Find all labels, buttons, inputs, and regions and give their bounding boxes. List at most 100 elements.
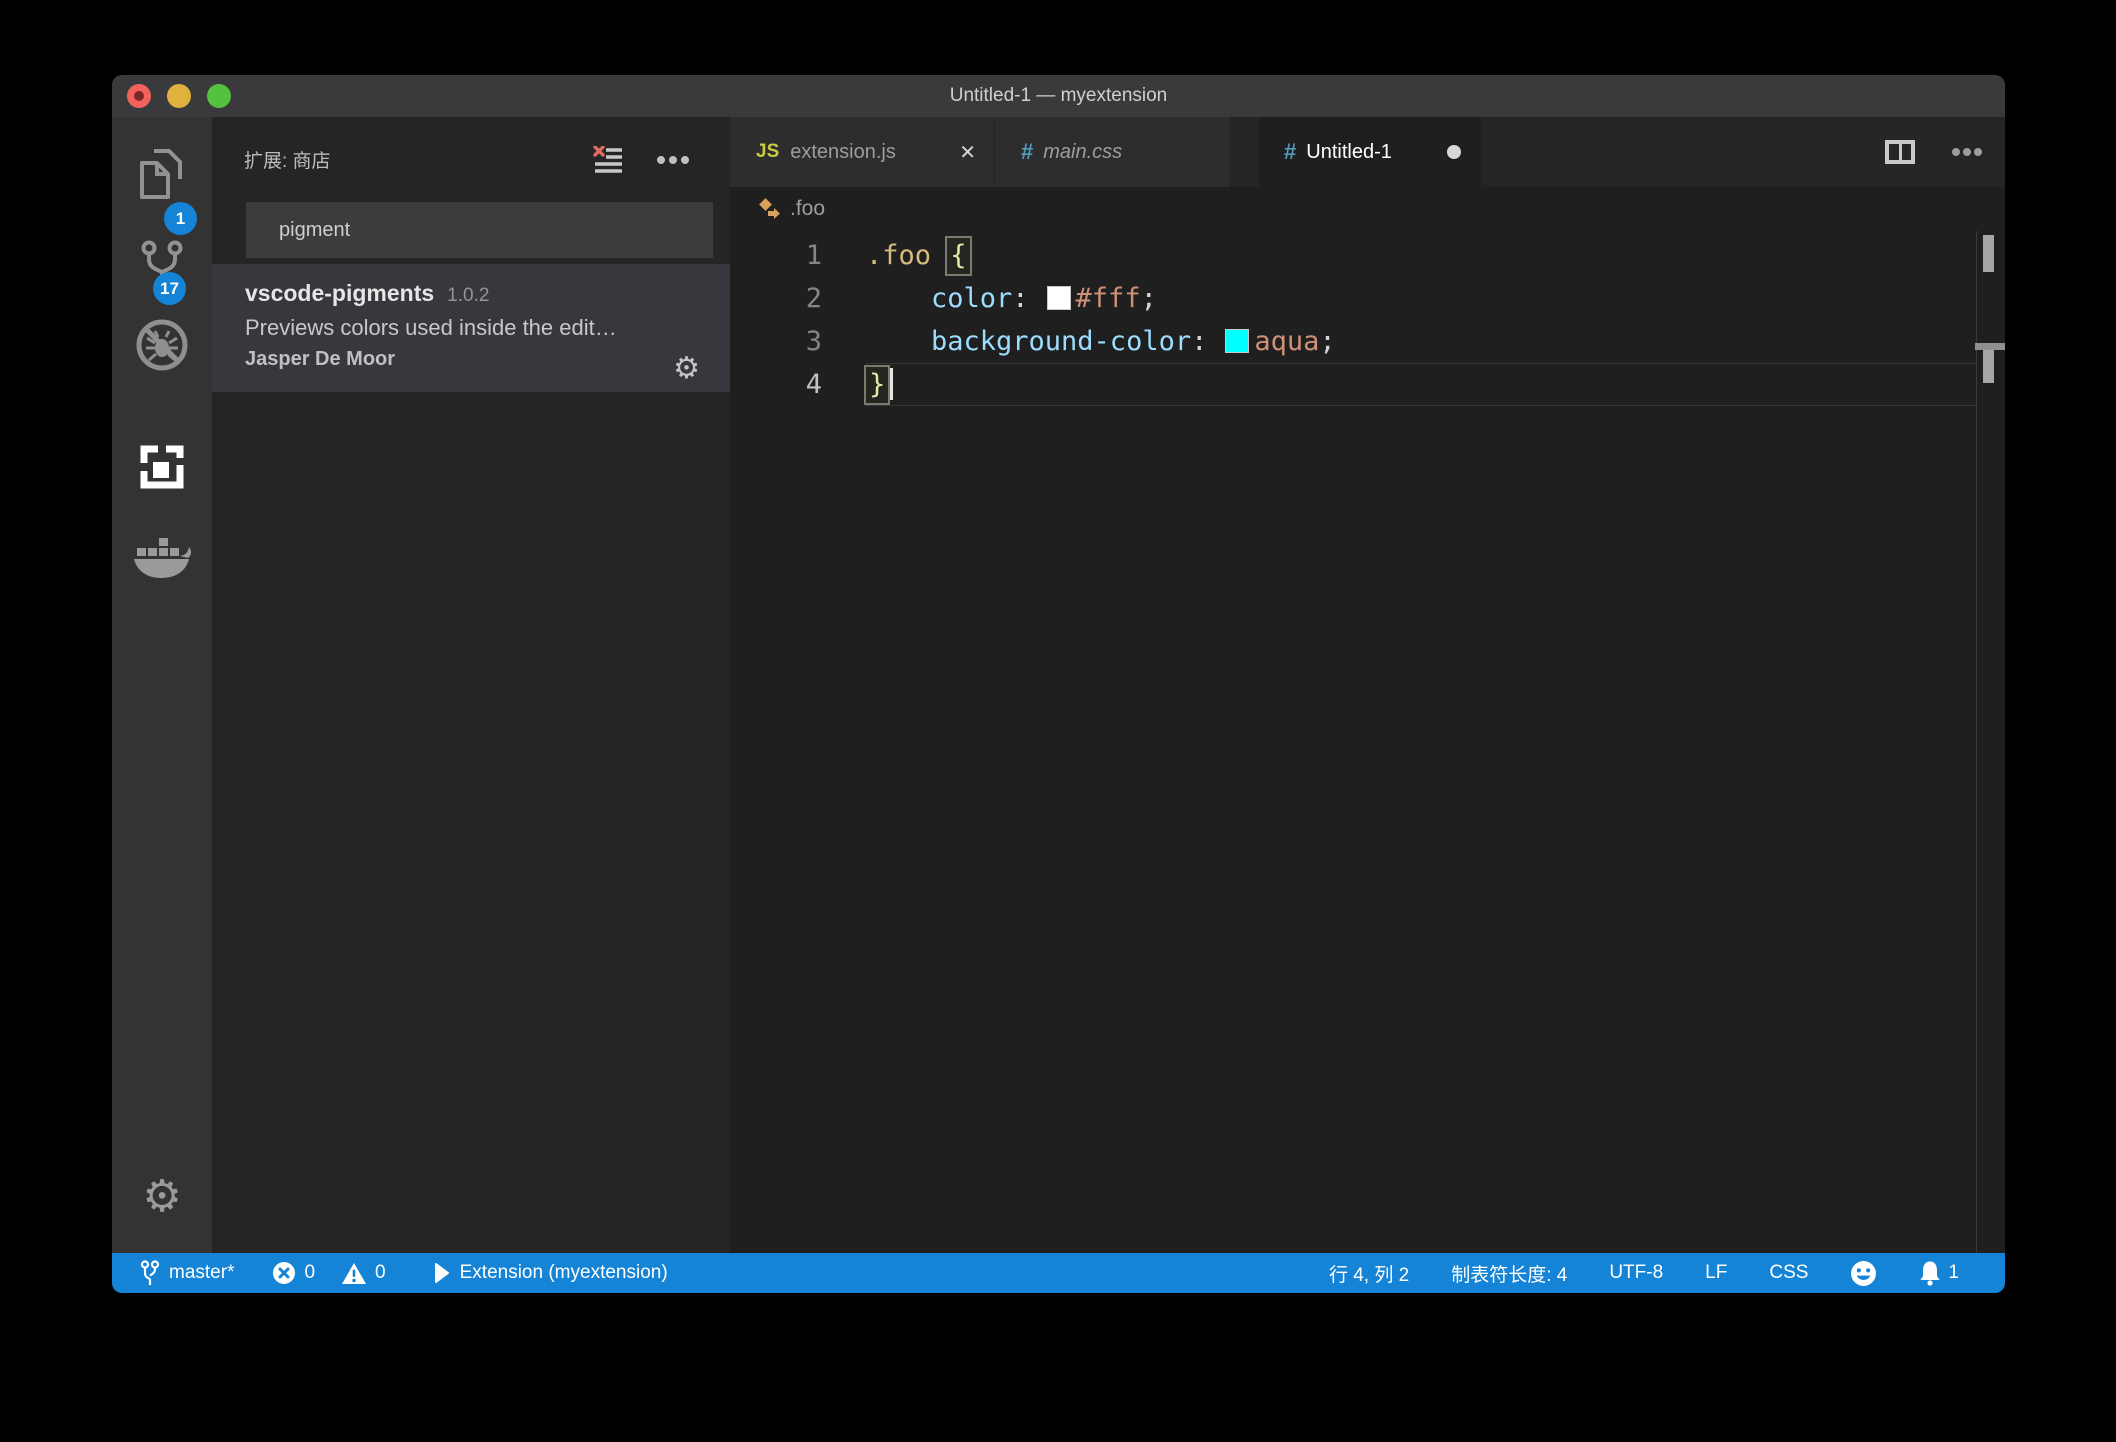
extension-description: Previews colors used inside the edit… [245, 315, 700, 341]
extensions-sidebar: 扩展: 商店 pigment [212, 117, 730, 1253]
color-swatch-white[interactable] [1047, 286, 1071, 310]
code-line-3: 3 background-color: aqua; [730, 320, 2005, 363]
css-property: color [931, 283, 1012, 314]
error-count: 0 [304, 1262, 315, 1284]
sidebar-title: 扩展: 商店 [244, 146, 593, 173]
breadcrumb-symbol[interactable]: .foo [790, 197, 825, 221]
language-mode[interactable]: CSS [1769, 1262, 1808, 1284]
launch-status[interactable]: Extension (myextension) [434, 1262, 668, 1284]
open-brace: { [945, 236, 971, 276]
sidebar-header: 扩展: 商店 [212, 117, 730, 202]
activity-debug[interactable] [112, 317, 212, 373]
close-brace: } [864, 365, 890, 405]
vscode-window: Untitled-1 — myextension 1 17 [112, 75, 2005, 1293]
smiley-icon [1850, 1260, 1877, 1287]
color-swatch-aqua[interactable] [1225, 329, 1249, 353]
encoding[interactable]: UTF-8 [1609, 1262, 1663, 1284]
extension-name: vscode-pigments [245, 280, 434, 307]
files-icon [139, 148, 185, 200]
css-selector: .foo [866, 240, 947, 271]
activity-settings[interactable]: ⚙ [112, 1175, 212, 1219]
no-debug-icon [134, 317, 190, 373]
code-line-4: 4 } [730, 363, 2005, 406]
tab-extension-js[interactable]: JS extension.js ✕ [730, 117, 995, 187]
editor-group: JS extension.js ✕ # main.css # Untitled-… [730, 117, 2005, 1253]
error-status[interactable]: 0 [272, 1261, 315, 1285]
play-icon [434, 1263, 450, 1283]
ellipsis-icon [656, 154, 690, 166]
tab-bar: JS extension.js ✕ # main.css # Untitled-… [730, 117, 2005, 187]
settings-gear-icon: ⚙ [142, 1175, 181, 1219]
scrollbar-thumb[interactable] [1983, 235, 1994, 272]
split-editor-button[interactable] [1885, 140, 1915, 164]
bell-icon [1919, 1260, 1941, 1286]
scm-badge: 17 [153, 272, 186, 305]
extension-manage-gear-icon[interactable]: ⚙ [673, 354, 700, 384]
sidebar-more-actions-button[interactable] [656, 154, 690, 166]
warning-count: 0 [375, 1262, 386, 1284]
git-branch-icon [140, 1260, 160, 1287]
tab-label: main.css [1043, 141, 1212, 164]
notification-count: 1 [1948, 1262, 1959, 1284]
extension-author: Jasper De Moor [245, 348, 700, 371]
line-number-current: 4 [730, 363, 822, 406]
css-value: #fff [1076, 283, 1141, 314]
title-bar: Untitled-1 — myextension [112, 75, 2005, 117]
git-branch-status[interactable]: master* [140, 1260, 234, 1287]
window-title: Untitled-1 — myextension [112, 75, 2005, 117]
overview-ruler-border [1976, 231, 1977, 1253]
editor-actions [1481, 117, 2005, 187]
error-icon [272, 1261, 296, 1285]
activity-bar: 1 17 [112, 117, 212, 1253]
extension-list-item[interactable]: vscode-pigments 1.0.2 Previews colors us… [212, 264, 730, 392]
css-file-icon: # [1284, 139, 1296, 165]
tab-main-css[interactable]: # main.css [995, 117, 1231, 187]
modified-dot-icon[interactable] [1447, 145, 1461, 159]
eol-setting[interactable]: LF [1705, 1262, 1727, 1284]
warning-icon [341, 1262, 367, 1285]
extensions-icon [138, 443, 186, 491]
docker-icon [133, 537, 191, 579]
warning-status[interactable]: 0 [341, 1262, 386, 1285]
activity-explorer[interactable]: 1 [112, 148, 212, 200]
tab-label: Untitled-1 [1306, 141, 1435, 164]
code-line-1: 1 .foo { [730, 234, 2005, 277]
symbol-class-icon [758, 197, 782, 221]
breadcrumbs[interactable]: .foo [730, 187, 2005, 231]
split-editor-icon [1885, 140, 1915, 164]
extension-version: 1.0.2 [447, 285, 489, 307]
search-value: pigment [246, 219, 350, 242]
code-editor[interactable]: 1 .foo { 2 color: #fff; 3 background-colo… [730, 231, 2005, 1253]
semicolon: ; [1319, 326, 1335, 357]
code-line-2: 2 color:#fff; [730, 277, 2005, 320]
css-property: background-color [931, 326, 1191, 357]
tab-gap [1231, 117, 1259, 187]
line-number: 3 [730, 320, 822, 363]
line-number: 1 [730, 234, 822, 277]
colon: : [1012, 283, 1028, 314]
javascript-file-icon: JS [756, 141, 779, 163]
indentation-setting[interactable]: 制表符长度: 4 [1451, 1260, 1567, 1287]
css-value: aqua [1254, 326, 1319, 357]
feedback-smiley-button[interactable] [1850, 1260, 1877, 1287]
extensions-search-input[interactable]: pigment [246, 202, 713, 258]
notifications-status[interactable]: 1 [1919, 1260, 1959, 1286]
colon: : [1191, 326, 1207, 357]
clear-extensions-input-button[interactable] [593, 146, 623, 174]
clear-input-icon [593, 146, 623, 174]
activity-extensions[interactable] [112, 443, 212, 491]
css-file-icon: # [1021, 139, 1033, 165]
ellipsis-icon [1951, 147, 1983, 157]
launch-label: Extension (myextension) [460, 1262, 668, 1284]
tab-close-icon[interactable]: ✕ [959, 140, 976, 165]
line-number: 2 [730, 277, 822, 320]
tab-untitled-1[interactable]: # Untitled-1 [1259, 117, 1481, 187]
activity-source-control[interactable]: 17 [112, 239, 212, 295]
editor-more-actions-button[interactable] [1951, 147, 1983, 157]
activity-docker[interactable] [112, 537, 212, 579]
text-cursor [890, 368, 893, 400]
explorer-badge: 1 [164, 202, 197, 235]
cursor-position[interactable]: 行 4, 列 2 [1329, 1260, 1409, 1287]
overview-ruler-cursor-mark [1975, 343, 2005, 350]
tab-label: extension.js [790, 141, 949, 164]
